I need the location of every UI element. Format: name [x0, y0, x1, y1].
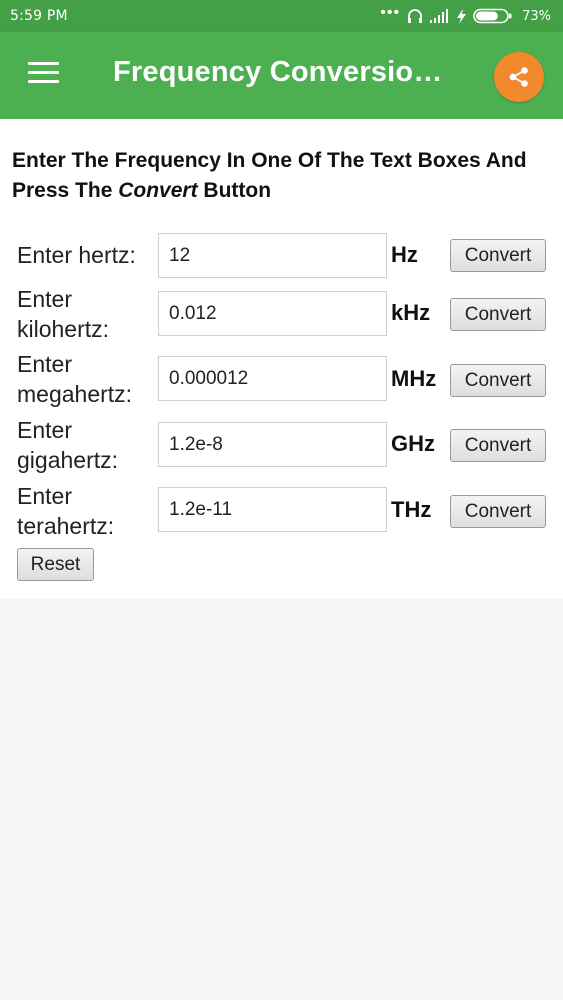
- headphones-icon: [408, 9, 423, 23]
- more-dots-icon: •••: [380, 4, 401, 21]
- charging-icon: [457, 8, 467, 24]
- battery-icon: [473, 8, 512, 24]
- hertz-label: Enter hertz:: [17, 240, 136, 270]
- megahertz-input[interactable]: [158, 356, 387, 401]
- kilohertz-label-line2: kilohertz:: [17, 316, 110, 342]
- megahertz-unit: MHz: [391, 366, 437, 391]
- heading-text-end: Button: [197, 179, 272, 202]
- megahertz-label-line1: Enter: [17, 351, 72, 377]
- gigahertz-input[interactable]: [158, 422, 387, 467]
- status-bar: 5:59 PM ••• 73%: [0, 0, 563, 32]
- reset-button[interactable]: Reset: [17, 548, 94, 581]
- terahertz-label-line2: terahertz:: [17, 513, 115, 539]
- terahertz-input[interactable]: [158, 487, 387, 532]
- gigahertz-label: Enter gigahertz:: [17, 415, 118, 475]
- hertz-input[interactable]: [158, 233, 387, 278]
- kilohertz-unit: kHz: [391, 300, 431, 325]
- gigahertz-label-line2: gigahertz:: [17, 447, 119, 473]
- kilohertz-label: Enter kilohertz:: [17, 284, 109, 344]
- app-bar: Frequency Conversion…: [0, 32, 563, 119]
- megahertz-label-line2: megahertz:: [17, 381, 133, 407]
- kilohertz-input[interactable]: [158, 291, 387, 336]
- hertz-label-text: Enter hertz:: [17, 242, 136, 268]
- convert-gigahertz-button[interactable]: Convert: [450, 429, 546, 462]
- convert-terahertz-button[interactable]: Convert: [450, 495, 546, 528]
- converter-panel: Enter The Frequency In One Of The Text B…: [0, 119, 563, 599]
- signal-icon: [430, 9, 449, 23]
- share-button[interactable]: [494, 52, 544, 102]
- convert-kilohertz-button[interactable]: Convert: [450, 298, 546, 331]
- gigahertz-unit: GHz: [391, 431, 435, 456]
- convert-megahertz-button[interactable]: Convert: [450, 364, 546, 397]
- terahertz-unit: THz: [391, 497, 432, 522]
- hamburger-menu-icon[interactable]: [28, 62, 59, 86]
- heading-emphasis: Convert: [118, 179, 198, 202]
- status-time: 5:59 PM: [10, 8, 68, 24]
- share-icon: [509, 67, 528, 87]
- megahertz-label: Enter megahertz:: [17, 349, 132, 409]
- gigahertz-label-line1: Enter: [17, 417, 72, 443]
- kilohertz-label-line1: Enter: [17, 286, 72, 312]
- convert-hertz-button[interactable]: Convert: [450, 239, 546, 272]
- terahertz-label-line1: Enter: [17, 483, 72, 509]
- status-icons: ••• 73%: [380, 4, 551, 24]
- battery-percent: 73%: [522, 8, 551, 24]
- instructions-heading: Enter The Frequency In One Of The Text B…: [12, 146, 557, 206]
- hertz-unit: Hz: [391, 242, 418, 267]
- app-title: Frequency Conversion…: [113, 56, 453, 88]
- terahertz-label: Enter terahertz:: [17, 481, 114, 541]
